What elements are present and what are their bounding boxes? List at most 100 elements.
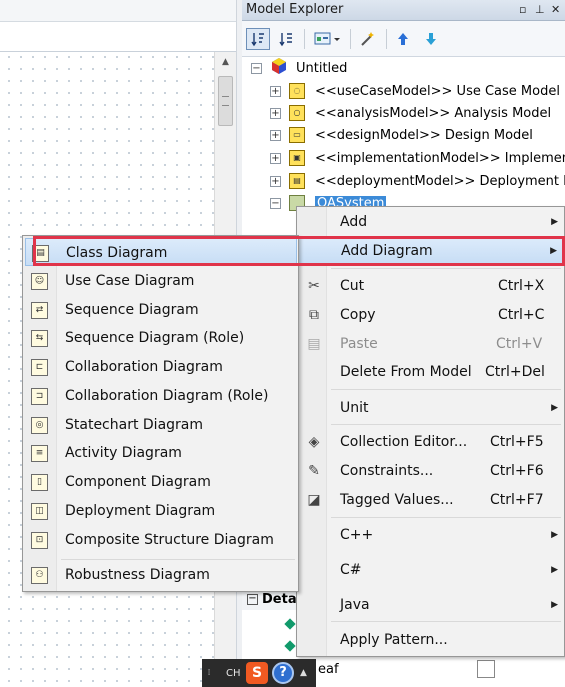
tree-node-untitled[interactable]: − Untitled — [251, 57, 347, 79]
collapse-icon[interactable]: − — [251, 62, 262, 74]
help-icon[interactable]: ? — [272, 662, 294, 684]
expand-icon[interactable]: + — [270, 129, 281, 141]
menu-item-shortcut: Ctrl+Del — [485, 364, 545, 380]
menu-item-label: Robustness Diagram — [65, 567, 210, 583]
menu-item-delete-from-model[interactable]: Delete From Model Ctrl+Del — [298, 358, 564, 386]
tree-node-use-case-model[interactable]: + ◌ <<useCaseModel>> Use Case Model — [270, 80, 560, 102]
toolbar-separator — [386, 29, 387, 49]
details-title: Deta — [262, 592, 297, 607]
menu-separator — [331, 517, 561, 518]
menu-item-cut[interactable]: ✂ Cut Ctrl+X — [298, 272, 564, 300]
menu-item-deployment-diagram[interactable]: ◫ Deployment Diagram — [25, 497, 297, 525]
menu-item-use-case-diagram[interactable]: ☺ Use Case Diagram — [25, 267, 297, 295]
menu-item-label: Collaboration Diagram (Role) — [65, 388, 269, 404]
wizard-icon[interactable] — [356, 28, 380, 50]
tray-expand-icon[interactable]: ▲ — [300, 668, 307, 678]
menu-item-statechart-diagram[interactable]: ◎ Statechart Diagram — [25, 411, 297, 439]
menu-item-unit[interactable]: Unit ▶ — [298, 394, 564, 422]
menu-item-label: Statechart Diagram — [65, 417, 204, 433]
move-up-icon[interactable] — [392, 28, 414, 50]
scroll-thumb[interactable] — [218, 76, 233, 126]
expand-icon[interactable]: + — [270, 175, 281, 187]
property-icon — [284, 640, 296, 652]
statechart-diagram-icon: ◎ — [31, 417, 48, 434]
menu-item-label: Apply Pattern... — [340, 632, 448, 648]
menu-item-add-diagram[interactable]: Add Diagram ▶ — [298, 237, 564, 265]
menu-item-collection-editor[interactable]: ◈ Collection Editor... Ctrl+F5 — [298, 428, 564, 456]
menu-item-add[interactable]: Add ▶ — [298, 208, 564, 236]
menu-item-csharp[interactable]: C# ▶ — [298, 556, 564, 584]
menu-item-apply-pattern[interactable]: Apply Pattern... — [298, 626, 564, 654]
pin-icon[interactable]: ⊥ — [535, 3, 545, 17]
tree-node-analysis-model[interactable]: + ○ <<analysisModel>> Analysis Model — [270, 102, 551, 124]
menu-item-activity-diagram[interactable]: ≡ Activity Diagram — [25, 439, 297, 467]
menu-item-collaboration-diagram[interactable]: ⊏ Collaboration Diagram — [25, 353, 297, 381]
menu-item-shortcut: Ctrl+F7 — [490, 492, 544, 508]
move-down-icon[interactable] — [420, 28, 442, 50]
collapse-icon[interactable]: − — [270, 197, 281, 209]
submenu-arrow-icon: ▶ — [551, 600, 558, 610]
menu-item-label: C++ — [340, 527, 374, 543]
ime-indicator[interactable]: CH — [226, 668, 242, 679]
model-explorer-title: Model Explorer — [246, 2, 344, 17]
tree-node-implementation-model[interactable]: + ▣ <<implementationModel>> Implementati — [270, 147, 565, 169]
menu-item-label: Class Diagram — [66, 245, 168, 261]
expand-icon[interactable]: + — [270, 152, 281, 164]
menu-item-cpp[interactable]: C++ ▶ — [298, 521, 564, 549]
menu-separator — [331, 621, 561, 622]
menu-item-label: Add — [340, 214, 368, 230]
menu-item-collaboration-diagram-role[interactable]: ⊐ Collaboration Diagram (Role) — [25, 382, 297, 410]
collection-editor-icon: ◈ — [308, 434, 320, 450]
menu-item-label: Component Diagram — [65, 474, 211, 490]
menu-item-sequence-diagram-role[interactable]: ⇆ Sequence Diagram (Role) — [25, 324, 297, 352]
menu-item-shortcut: Ctrl+C — [498, 307, 545, 323]
constraints-icon: ✎ — [308, 463, 320, 479]
menu-separator — [331, 389, 561, 390]
collapse-icon[interactable]: − — [247, 594, 258, 605]
menu-item-constraints[interactable]: ✎ Constraints... Ctrl+F6 — [298, 457, 564, 485]
menu-item-label: Activity Diagram — [65, 445, 182, 461]
close-icon[interactable]: ✕ — [551, 3, 560, 17]
tree-node-design-model[interactable]: + ▭ <<designModel>> Design Model — [270, 124, 533, 146]
menu-item-java[interactable]: Java ▶ — [298, 591, 564, 619]
design-model-icon: ▭ — [289, 127, 305, 143]
menu-item-label: Delete From Model — [340, 364, 472, 380]
tree-label: <<deploymentModel>> Deployment Mod — [315, 173, 565, 189]
menu-item-label: Copy — [340, 307, 376, 323]
tagged-values-icon: ◪ — [307, 492, 321, 508]
property-label-leaf: eaf — [318, 662, 339, 677]
paste-icon: ▤ — [307, 336, 321, 352]
expand-icon[interactable]: + — [270, 85, 281, 97]
menu-item-label: Sequence Diagram (Role) — [65, 330, 245, 346]
expand-icon[interactable]: + — [270, 107, 281, 119]
tray-grip-icon[interactable]: ⁞ — [202, 659, 216, 687]
menu-item-sequence-diagram[interactable]: ⇄ Sequence Diagram — [25, 296, 297, 324]
tree-label: <<useCaseModel>> Use Case Model — [315, 83, 560, 99]
menu-separator — [331, 424, 561, 425]
menu-item-label: Composite Structure Diagram — [65, 532, 274, 548]
sogou-icon[interactable]: S — [246, 662, 268, 684]
restore-icon[interactable]: ▫ — [519, 3, 526, 17]
menu-item-tagged-values[interactable]: ◪ Tagged Values... Ctrl+F7 — [298, 486, 564, 514]
model-explorer-titlebar: Model Explorer ▫ ⊥ ✕ — [242, 0, 565, 21]
menu-item-label: Sequence Diagram — [65, 302, 199, 318]
add-diagram-submenu: ▤ Class Diagram ☺ Use Case Diagram ⇄ Seq… — [22, 235, 299, 592]
menu-item-copy[interactable]: ⧉ Copy Ctrl+C — [298, 301, 564, 329]
sort-by-type-icon[interactable] — [274, 28, 298, 50]
menu-item-robustness-diagram[interactable]: ⚇ Robustness Diagram — [25, 561, 297, 589]
sequence-role-diagram-icon: ⇆ — [31, 330, 48, 347]
project-icon — [270, 57, 288, 79]
menu-item-label: Add Diagram — [341, 243, 433, 259]
menu-item-component-diagram[interactable]: ▯ Component Diagram — [25, 468, 297, 496]
sort-ascending-icon[interactable] — [246, 28, 270, 50]
canvas-tab-area — [0, 22, 238, 52]
menu-item-class-diagram[interactable]: ▤ Class Diagram — [25, 238, 297, 266]
menu-item-composite-structure-diagram[interactable]: ⊡ Composite Structure Diagram — [25, 526, 297, 554]
menu-item-shortcut: Ctrl+F6 — [490, 463, 544, 479]
leaf-checkbox[interactable] — [477, 660, 495, 678]
view-mode-icon[interactable] — [310, 28, 346, 50]
scroll-up-icon[interactable]: ▲ — [215, 52, 236, 72]
menu-item-paste[interactable]: ▤ Paste Ctrl+V — [298, 330, 564, 358]
tree-node-deployment-model[interactable]: + ▤ <<deploymentModel>> Deployment Mod — [270, 170, 565, 192]
submenu-arrow-icon: ▶ — [551, 530, 558, 540]
